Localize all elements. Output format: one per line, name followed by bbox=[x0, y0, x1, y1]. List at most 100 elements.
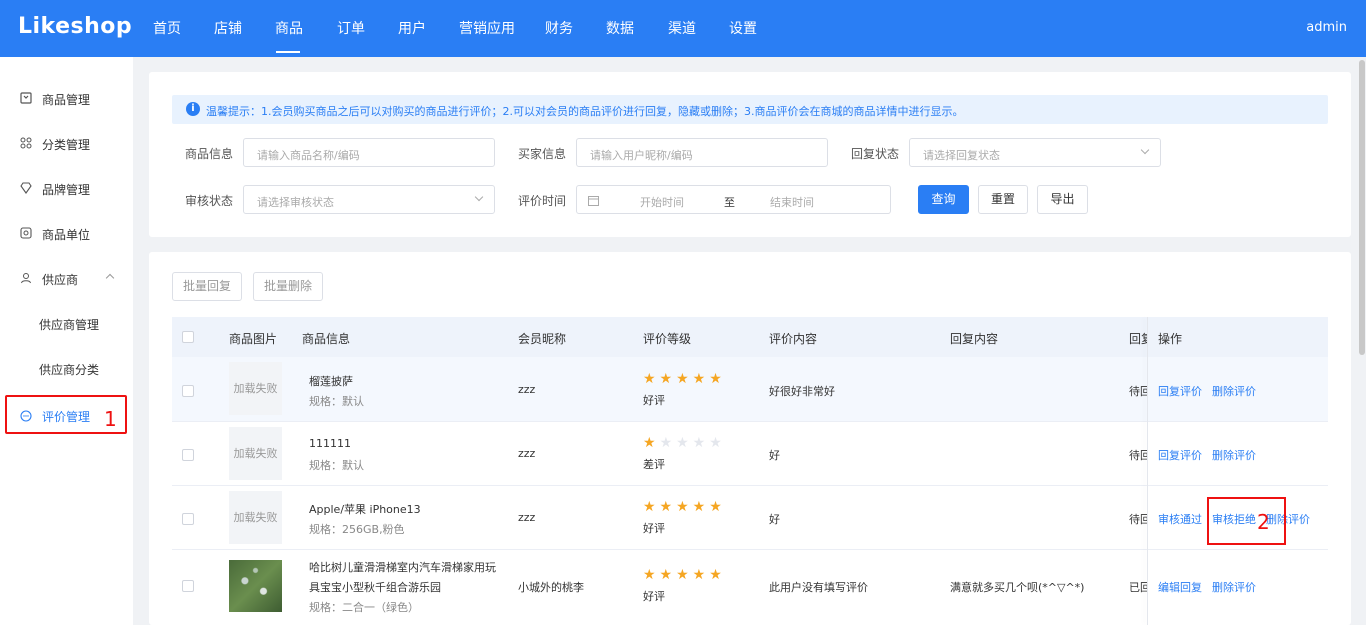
calendar-icon bbox=[588, 196, 599, 206]
reply-content: 满意就多买几个呗(*^▽^*) bbox=[950, 581, 1085, 594]
delete-review-link[interactable]: 删除评价 bbox=[1212, 579, 1256, 595]
page-scrollbar[interactable] bbox=[1359, 60, 1365, 355]
sidebar-item-category[interactable]: 分类管理 bbox=[0, 132, 133, 156]
reset-button[interactable]: 重置 bbox=[978, 185, 1028, 214]
goods-name-line2: 具宝宝小型秋千组合游乐园 bbox=[309, 581, 441, 594]
comment-icon bbox=[20, 410, 32, 422]
sidebar-item-reviews[interactable]: 评价管理 1 bbox=[5, 395, 127, 434]
nav-orders[interactable]: 订单 bbox=[337, 18, 365, 38]
select-all-checkbox[interactable] bbox=[182, 331, 194, 343]
edit-reply-link[interactable]: 编辑回复 bbox=[1158, 579, 1202, 595]
top-navbar: Likeshop 首页 店铺 商品 订单 用户 营销应用 财务 数据 渠道 设置… bbox=[0, 0, 1366, 57]
nav-shop[interactable]: 店铺 bbox=[214, 18, 242, 38]
row-checkbox[interactable] bbox=[182, 449, 194, 461]
sidebar-subitem-supplier-manage[interactable]: 供应商管理 bbox=[39, 316, 99, 333]
user-menu[interactable]: admin bbox=[1306, 20, 1347, 35]
member-nickname: zzz bbox=[518, 511, 536, 524]
sidebar-item-label: 评价管理 bbox=[42, 410, 91, 424]
sidebar-item-brand[interactable]: 品牌管理 bbox=[0, 177, 133, 201]
batch-reply-button[interactable]: 批量回复 bbox=[172, 272, 242, 301]
review-content: 好 bbox=[769, 513, 780, 526]
nav-settings[interactable]: 设置 bbox=[729, 18, 757, 38]
sidebar-item-label: 商品管理 bbox=[42, 93, 91, 107]
nav-channel[interactable]: 渠道 bbox=[668, 18, 696, 38]
audit-status-select[interactable]: 请选择审核状态 bbox=[243, 185, 495, 214]
sidebar-subitem-supplier-category[interactable]: 供应商分类 bbox=[39, 361, 99, 378]
sidebar-item-label: 分类管理 bbox=[42, 138, 91, 152]
nav-data[interactable]: 数据 bbox=[606, 18, 634, 38]
approve-review-link[interactable]: 审核通过 bbox=[1158, 511, 1202, 527]
reply-status: 已回 bbox=[1129, 581, 1147, 594]
delete-review-link[interactable]: 删除评价 bbox=[1212, 447, 1256, 463]
goods-name: 榴莲披萨 bbox=[309, 375, 353, 388]
nav-finance[interactable]: 财务 bbox=[545, 18, 573, 38]
placeholder: 请输入商品名称/编码 bbox=[257, 149, 360, 162]
grade-label: 好评 bbox=[643, 522, 665, 535]
annotation-marker: 2 bbox=[1257, 510, 1270, 534]
batch-delete-button[interactable]: 批量删除 bbox=[253, 272, 323, 301]
goods-image-placeholder: 加载失败 bbox=[229, 491, 282, 544]
annotation-highlight-box bbox=[1207, 497, 1286, 545]
goods-filter-label: 商品信息 bbox=[185, 147, 234, 161]
reply-review-link[interactable]: 回复评价 bbox=[1158, 383, 1202, 399]
nav-users[interactable]: 用户 bbox=[398, 18, 426, 38]
date-range-picker[interactable]: 开始时间 至 结束时间 bbox=[576, 185, 891, 214]
nav-marketing[interactable]: 营销应用 bbox=[459, 18, 515, 38]
review-content: 好很好非常好 bbox=[769, 385, 835, 398]
reply-status: 待回 bbox=[1129, 513, 1147, 526]
rating-stars: ★★★★★ bbox=[643, 499, 726, 515]
grade-label: 好评 bbox=[643, 590, 665, 603]
col-actions: 操作 bbox=[1158, 332, 1183, 346]
sidebar-item-supplier[interactable]: 供应商 bbox=[0, 267, 133, 291]
reply-review-link[interactable]: 回复评价 bbox=[1158, 447, 1202, 463]
unit-icon bbox=[20, 227, 32, 239]
rating-stars: ★★★★★ bbox=[643, 371, 726, 387]
supplier-icon bbox=[21, 273, 31, 284]
chevron-down-icon bbox=[474, 192, 484, 202]
col-member: 会员昵称 bbox=[518, 332, 567, 346]
reply-status-select[interactable]: 请选择回复状态 bbox=[909, 138, 1161, 167]
query-button[interactable]: 查询 bbox=[918, 185, 969, 214]
nav-goods[interactable]: 商品 bbox=[275, 18, 303, 38]
sidebar-item-label: 商品单位 bbox=[42, 228, 91, 242]
notice-text: 温馨提示：1.会员购买商品之后可以对购买的商品进行评价；2.可以对会员的商品评价… bbox=[206, 105, 964, 118]
row-checkbox[interactable] bbox=[182, 580, 194, 592]
goods-image-placeholder: 加载失败 bbox=[229, 427, 282, 480]
member-nickname: zzz bbox=[518, 383, 536, 396]
delete-review-link[interactable]: 删除评价 bbox=[1212, 383, 1256, 399]
annotation-marker: 1 bbox=[104, 407, 117, 431]
row-checkbox[interactable] bbox=[182, 385, 194, 397]
goods-image-placeholder: 加载失败 bbox=[229, 362, 282, 415]
col-grade: 评价等级 bbox=[643, 332, 692, 346]
member-nickname: 小城外的桃李 bbox=[518, 581, 584, 594]
export-button[interactable]: 导出 bbox=[1037, 185, 1088, 214]
goods-search-input[interactable]: 请输入商品名称/编码 bbox=[243, 138, 495, 167]
sidebar-item-goods[interactable]: 商品管理 bbox=[0, 87, 133, 111]
sidebar-item-unit[interactable]: 商品单位 bbox=[0, 222, 133, 246]
reply-status: 待回 bbox=[1129, 449, 1147, 462]
placeholder: 请输入用户昵称/编码 bbox=[590, 149, 693, 162]
brand-icon bbox=[20, 182, 32, 194]
end-date-input[interactable]: 结束时间 bbox=[770, 194, 814, 210]
row-checkbox[interactable] bbox=[182, 513, 194, 525]
goods-name-line1: 哈比树儿童滑滑梯室内汽车滑梯家用玩 bbox=[309, 561, 496, 574]
table-row bbox=[172, 357, 1328, 422]
member-nickname: zzz bbox=[518, 447, 536, 460]
info-icon: i bbox=[186, 102, 200, 116]
table-row bbox=[172, 422, 1328, 486]
buyer-search-input[interactable]: 请输入用户昵称/编码 bbox=[576, 138, 828, 167]
category-icon bbox=[20, 137, 32, 149]
logo[interactable]: Likeshop bbox=[18, 14, 132, 39]
goods-spec: 规格：默认 bbox=[309, 459, 364, 472]
nav-home[interactable]: 首页 bbox=[153, 18, 181, 38]
sidebar: 商品管理 分类管理 品牌管理 商品单位 供应商 供应商管理 供应商分类 评价管理… bbox=[0, 57, 133, 625]
col-image: 商品图片 bbox=[229, 332, 278, 346]
table-row bbox=[172, 486, 1328, 550]
goods-image bbox=[229, 560, 282, 612]
col-reply-status: 回复 bbox=[1129, 332, 1147, 346]
chevron-down-icon bbox=[1140, 145, 1150, 155]
start-date-input[interactable]: 开始时间 bbox=[640, 194, 684, 210]
goods-name: Apple/苹果 iPhone13 bbox=[309, 503, 421, 516]
nav-active-indicator bbox=[276, 51, 300, 53]
goods-spec: 规格：256GB,粉色 bbox=[309, 523, 405, 536]
